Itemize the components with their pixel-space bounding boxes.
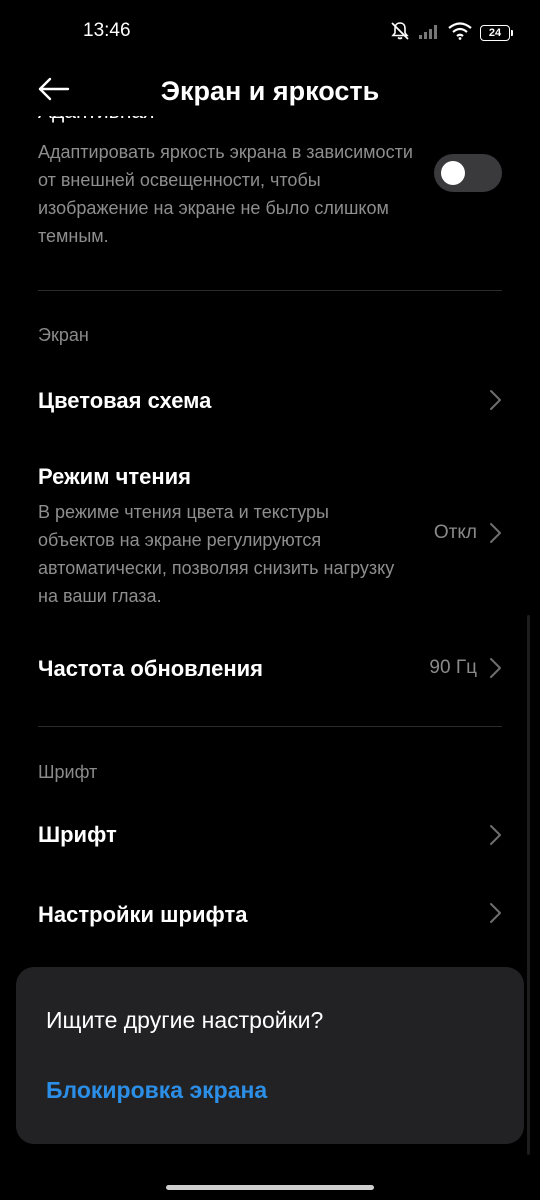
refresh-rate-value: 90 Гц (429, 657, 477, 678)
status-time: 13:46 (83, 20, 131, 41)
wifi-icon (448, 21, 472, 45)
home-indicator[interactable] (166, 1185, 374, 1190)
status-bar: 13:46 24 (0, 0, 540, 64)
chevron-right-icon (488, 656, 502, 680)
chevron-right-icon (488, 388, 502, 412)
font-settings-row[interactable]: Настройки шрифта (0, 882, 540, 946)
toggle-knob (441, 161, 465, 185)
section-label-font: Шрифт (38, 762, 98, 782)
chevron-right-icon (488, 521, 502, 545)
font-row[interactable]: Шрифт (0, 803, 540, 867)
suggestion-question: Ищите другие настройки? (46, 1007, 324, 1033)
adaptive-brightness-description: Адаптировать яркость экрана в зависимост… (38, 142, 413, 246)
section-label-screen: Экран (38, 325, 89, 345)
page-title: Экран и яркость (160, 76, 380, 106)
scrollbar[interactable] (527, 615, 530, 1155)
reading-mode-value: Откл (433, 522, 477, 543)
adaptive-brightness-title-cut: Адаптивная яркость (38, 116, 158, 130)
signal-icon (418, 23, 440, 44)
lock-screen-link[interactable]: Блокировка экрана (46, 1077, 267, 1104)
color-scheme-title: Цветовая схема (38, 388, 212, 413)
divider (38, 726, 502, 727)
divider (38, 290, 502, 291)
reading-mode-title: Режим чтения (38, 464, 192, 489)
chevron-right-icon (488, 823, 502, 847)
reading-mode-description: В режиме чтения цвета и текстуры объекто… (38, 502, 395, 606)
status-icons: 24 (390, 21, 513, 46)
header: Экран и яркость (0, 64, 540, 120)
suggestion-card: Ищите другие настройки? Блокировка экран… (16, 967, 524, 1144)
battery-icon: 24 (480, 25, 513, 41)
color-scheme-row[interactable]: Цветовая схема (0, 370, 540, 434)
bell-off-icon (390, 21, 410, 46)
font-settings-title: Настройки шрифта (38, 902, 248, 927)
chevron-right-icon (488, 901, 502, 925)
adaptive-brightness-title: Адаптивная яркость (38, 116, 158, 124)
refresh-rate-title: Частота обновления (38, 656, 263, 681)
refresh-rate-row[interactable]: Частота обновления 90 Гц (0, 636, 540, 700)
font-title: Шрифт (38, 822, 117, 847)
battery-level: 24 (488, 27, 502, 39)
adaptive-brightness-toggle[interactable] (434, 154, 502, 192)
